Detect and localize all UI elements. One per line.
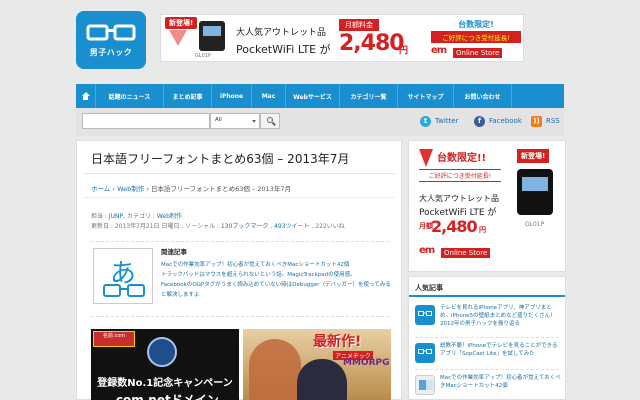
sidebar-ad-yen: 円 (479, 226, 486, 234)
rss-icon: )) (531, 115, 542, 127)
breadcrumb: ホーム › Web制作 › 日本語フリーフォントまとめ63個 – 2013年7月 (91, 185, 291, 193)
like-count: , 222いいね (311, 223, 345, 230)
nav-item-news[interactable]: 話題のニュース (96, 84, 164, 108)
nav-item-contact[interactable]: お問い合わせ (454, 84, 512, 108)
twitter-label: Twitter (435, 117, 459, 125)
ad-headline: 登録数No.1記念キャンペーン (97, 378, 233, 389)
down-arrow-icon (169, 30, 187, 46)
popular-item-title: 説教不要！iPhoneでテレビを見ることができるアプリ「SopCast Lite… (440, 343, 558, 357)
ad-subline: .com.netドメイン (111, 393, 219, 400)
banner-brand: em (431, 45, 447, 56)
related-list: Macでの作業効率アップ！初心者が覚えておくべきMacショートカット42個 トラ… (161, 260, 391, 300)
banner-new-badge: 新登場! (165, 17, 198, 29)
sidebar-ad-store: Online Store (441, 248, 491, 258)
banner-line2: PocketWiFi LTE が (236, 43, 331, 56)
ad-genre: MMORPG (343, 358, 390, 368)
nav-home[interactable] (76, 84, 96, 108)
nav-item-iphone[interactable]: iPhone (212, 84, 252, 108)
glasses-icon (103, 284, 145, 297)
sidebar-ad-extend: ご好評につき受付延長! (419, 169, 501, 182)
tweet-count-link[interactable]: 493ツイート (274, 223, 309, 230)
sidebar-ad-line1: 大人気アウトレット品 (419, 194, 499, 203)
related-heading: 関連記事 (161, 248, 187, 256)
sidebar-ad-banner[interactable]: 台数限定!! ご好評につき受付延長! 新登場! 大人気アウトレット品 Pocke… (408, 140, 566, 272)
author-link[interactable]: JUNP (109, 213, 123, 220)
facebook-link[interactable]: f Facebook (474, 113, 522, 129)
banner-fee-label: 月額料金 (339, 19, 379, 31)
popular-item[interactable]: 説教不要！iPhoneでテレビを見ることができるアプリ「SopCast Lite… (415, 341, 561, 377)
banner-yen: 円 (399, 46, 409, 56)
related-item[interactable]: トラックパッドはマウスを超えられないという話。MagicTrackpadの使用感… (161, 270, 391, 280)
site-logo[interactable]: 男子ハック (76, 11, 146, 69)
sidebar-ad-price: 2,480 (431, 217, 478, 236)
breadcrumb-current: 日本語フリーフォントまとめ63個 – 2013年7月 (151, 185, 291, 193)
rss-label: RSS (546, 117, 560, 125)
nav-item-matome[interactable]: まとめ記事 (164, 84, 212, 108)
character-image (249, 339, 301, 400)
related-thumbnail[interactable]: あ (93, 248, 153, 304)
sidebar-ad-brand: em (419, 245, 435, 256)
nav-item-webservice[interactable]: Webサービス (286, 84, 340, 108)
facebook-label: Facebook (489, 117, 522, 125)
sidebar-ad-new-badge: 新登場! (517, 149, 550, 163)
header-ad-banner[interactable]: 新登場! GL01P 大人気アウトレット品 PocketWiFi LTE が 月… (160, 14, 524, 62)
main-nav: 話題のニュース まとめ記事 iPhone Mac Webサービス カテゴリ一覧 … (76, 84, 564, 108)
search-button[interactable] (260, 113, 280, 129)
popular-thumbnail (415, 305, 435, 325)
character-image (297, 359, 347, 400)
search-scope-value: All (215, 117, 222, 123)
article-meta-social: 更新日 : 2013年7月21日 日曜日 , ソーシャル : 130ブックマーク… (91, 223, 345, 230)
category-link[interactable]: Web制作 (157, 213, 182, 220)
router-image (199, 21, 225, 51)
nav-item-categories[interactable]: カテゴリ一覧 (340, 84, 398, 108)
related-articles: あ 関連記事 Macでの作業効率アップ！初心者が覚えておくべきMacショートカッ… (91, 241, 391, 317)
mac-finder-thumbnail (415, 375, 435, 395)
breadcrumb-category[interactable]: Web制作 (117, 185, 144, 193)
rss-link[interactable]: )) RSS (531, 113, 560, 129)
article-meta-author: 担当 : JUNP, カテゴリ : Web制作 (91, 213, 182, 220)
popular-item[interactable]: Macでの作業効率アップ！初心者が覚えておくべきMacショートカット42個 (415, 373, 561, 400)
sidebar-ad-device-name: GL01P (525, 221, 545, 228)
banner-device-name: GL01P (195, 53, 212, 59)
nav-item-sitemap[interactable]: サイトマップ (398, 84, 454, 108)
related-item[interactable]: FacebookのOGPタグがうまく読み込めていない時はDebugger（デバッ… (161, 280, 391, 300)
banner-limited: 台数限定! (458, 20, 494, 29)
search-scope-select[interactable]: All (210, 113, 260, 129)
facebook-icon: f (474, 115, 485, 127)
popular-item-title: Macでの作業効率アップ！初心者が覚えておくべきMacショートカット42個 (440, 375, 561, 389)
article-panel: 日本語フリーフォントまとめ63個 – 2013年7月 ホーム › Web制作 ›… (76, 140, 402, 400)
twitter-link[interactable]: t Twitter (420, 113, 458, 129)
logo-text: 男子ハック (89, 48, 133, 57)
banner-extend: ご好評につき受付延長! (431, 31, 521, 43)
sidebar-ad-limited: 台数限定!! (437, 153, 487, 164)
home-icon (81, 92, 90, 100)
banner-store: Online Store (453, 48, 503, 58)
chevron-down-icon (252, 120, 256, 123)
ad-brand-badge: 名前.com (93, 331, 135, 347)
breadcrumb-home[interactable]: ホーム (91, 185, 110, 193)
router-image (517, 169, 553, 215)
game-ad[interactable]: 最新作! アニメチック MMORPG (243, 329, 391, 400)
twitter-icon: t (420, 115, 431, 127)
popular-heading: 人気記事 (415, 284, 443, 292)
bookmark-count-link[interactable]: 130ブックマーク (221, 223, 268, 230)
banner-line1: 大人気アウトレット品 (236, 28, 327, 38)
banner-price: 2,480 (339, 31, 405, 56)
medal-image (147, 337, 177, 367)
glasses-icon (86, 24, 136, 41)
popular-item[interactable]: テレビを見れるiPhoneアプリ、神アプリまとめ。iPhone5の壁紙まとめなど… (415, 303, 561, 339)
popular-articles: 人気記事 テレビを見れるiPhoneアプリ、神アプリまとめ。iPhone5の壁紙… (408, 276, 566, 400)
nav-item-mac[interactable]: Mac (252, 84, 286, 108)
page-title: 日本語フリーフォントまとめ63個 – 2013年7月 (91, 152, 350, 166)
down-arrow-icon (419, 149, 433, 167)
popular-thumbnail (415, 343, 435, 363)
domain-campaign-ad[interactable]: 名前.com 登録数No.1記念キャンペーン .com.netドメイン (91, 329, 239, 400)
popular-item-title: テレビを見れるiPhoneアプリ、神アプリまとめ。iPhone5の壁紙まとめなど… (440, 305, 556, 327)
search-input[interactable] (82, 113, 210, 129)
ad-new-title: 最新作! (313, 334, 362, 350)
related-item[interactable]: Macでの作業効率アップ！初心者が覚えておくべきMacショートカット42個 (161, 260, 391, 270)
